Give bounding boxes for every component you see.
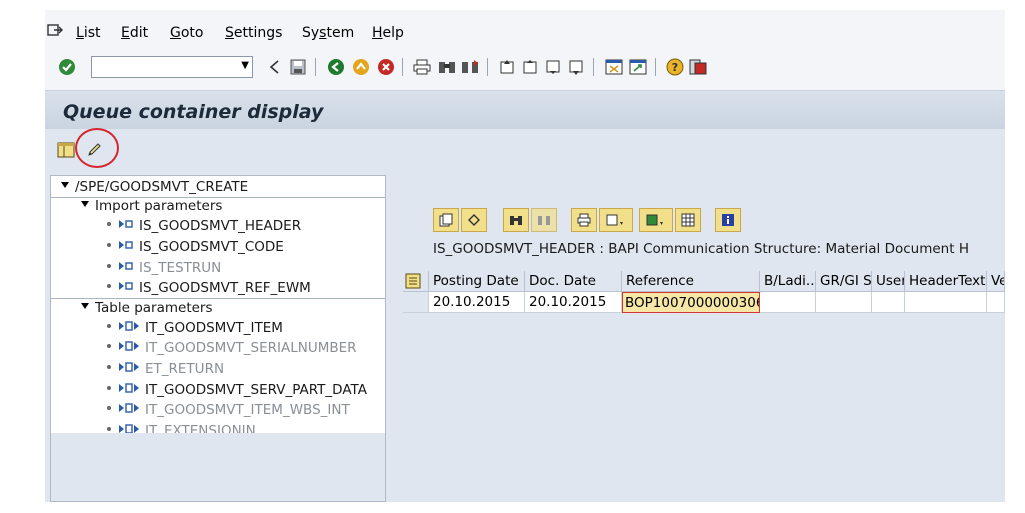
- table-cell[interactable]: [905, 292, 987, 313]
- menu-settings[interactable]: Settings: [225, 25, 282, 41]
- tree-import-parameters[interactable]: Import parameters: [81, 196, 222, 216]
- menu-goto[interactable]: Goto: [170, 25, 203, 41]
- table-param-icon: [119, 379, 139, 399]
- select-all-icon[interactable]: [403, 271, 429, 292]
- details-button[interactable]: [433, 208, 459, 232]
- enter-check-icon[interactable]: [58, 58, 76, 76]
- menu-list[interactable]: List: [76, 25, 101, 41]
- column-header[interactable]: Reference: [622, 271, 760, 292]
- sap-window: List Edit Goto Settings System Help ▼ ? …: [45, 10, 1005, 502]
- toolbar-separator: [402, 58, 403, 76]
- tree-item-table[interactable]: ET_RETURN: [107, 359, 224, 379]
- tree-item-table[interactable]: IT_GOODSMVT_ITEM: [107, 318, 283, 338]
- back-arrow-icon[interactable]: [265, 58, 283, 76]
- reference-cell[interactable]: BOP1007000000306: [622, 292, 760, 313]
- find-next-icon[interactable]: [461, 58, 479, 76]
- standard-toolbar: ▼ ?: [45, 43, 1005, 91]
- cancel-red-icon[interactable]: [377, 58, 395, 76]
- find-icon[interactable]: [438, 58, 456, 76]
- expand-triangle-icon[interactable]: [81, 201, 89, 207]
- toolbar-separator: [315, 58, 316, 76]
- detail-panel: IS_GOODSMVT_HEADER : BAPI Communication …: [403, 200, 1005, 502]
- menu-exit-icon[interactable]: [47, 23, 63, 41]
- back-green-icon[interactable]: [327, 58, 345, 76]
- exit-yellow-icon[interactable]: [352, 58, 370, 76]
- views-button[interactable]: [599, 208, 633, 232]
- column-header[interactable]: GR/GI Sl: [816, 271, 872, 292]
- column-header[interactable]: HeaderText: [905, 271, 987, 292]
- svg-text:?: ?: [672, 61, 678, 74]
- first-page-icon[interactable]: [498, 58, 516, 76]
- import-param-icon: [119, 277, 133, 297]
- import-param-icon: [119, 215, 133, 235]
- layout-menu-icon[interactable]: [689, 58, 707, 76]
- table-param-icon: [119, 399, 139, 419]
- menu-help[interactable]: Help: [372, 25, 404, 41]
- page-title: Queue container display: [63, 101, 324, 123]
- command-field[interactable]: ▼: [91, 56, 253, 78]
- table-cell[interactable]: [760, 292, 816, 313]
- tree-item-table[interactable]: IT_GOODSMVT_ITEM_WBS_INT: [107, 400, 350, 420]
- column-header[interactable]: Doc. Date: [525, 271, 622, 292]
- table-cell[interactable]: [872, 292, 905, 313]
- data-grid: Posting Date Doc. Date Reference B/Ladi.…: [403, 271, 1005, 502]
- menu-edit[interactable]: Edit: [121, 25, 148, 41]
- table-param-icon: [119, 317, 139, 337]
- save-icon[interactable]: [289, 58, 307, 76]
- info-button[interactable]: [715, 208, 741, 232]
- next-page-icon[interactable]: [544, 58, 562, 76]
- menu-system[interactable]: System: [302, 25, 354, 41]
- expand-triangle-icon[interactable]: [81, 303, 89, 309]
- layout-button[interactable]: [675, 208, 701, 232]
- toolbar-separator: [655, 58, 656, 76]
- tree-item-table[interactable]: IT_GOODSMVT_SERV_PART_DATA: [107, 380, 367, 400]
- tree-root[interactable]: /SPE/GOODSMVT_CREATE: [61, 177, 248, 197]
- last-page-icon[interactable]: [567, 58, 585, 76]
- previous-page-icon[interactable]: [521, 58, 539, 76]
- tree-table-parameters[interactable]: Table parameters: [81, 298, 213, 318]
- display-structure-icon[interactable]: [57, 141, 75, 159]
- parameter-tree: /SPE/GOODSMVT_CREATE Import parameters I…: [50, 175, 386, 502]
- row-selector[interactable]: [403, 292, 429, 313]
- table-cell[interactable]: [816, 292, 872, 313]
- shortcut-icon[interactable]: [629, 58, 647, 76]
- tree-item-table[interactable]: IT_GOODSMVT_SERIALNUMBER: [107, 338, 357, 358]
- expand-triangle-icon[interactable]: [61, 182, 69, 188]
- structure-caption: IS_GOODSMVT_HEADER : BAPI Communication …: [433, 241, 969, 257]
- column-header[interactable]: B/Ladi...: [760, 271, 816, 292]
- highlight-circle: [75, 128, 119, 168]
- menu-bar: List Edit Goto Settings System Help: [45, 10, 1005, 43]
- refresh-button[interactable]: [461, 208, 487, 232]
- tree-item-import[interactable]: IS_TESTRUN: [107, 258, 221, 278]
- toolbar-separator: [593, 58, 594, 76]
- tree-item-import[interactable]: IS_GOODSMVT_REF_EWM: [107, 278, 311, 298]
- table-param-icon: [119, 337, 139, 357]
- tree-item-import[interactable]: IS_GOODSMVT_CODE: [107, 237, 284, 257]
- table-cell[interactable]: [987, 292, 1005, 313]
- tree-empty-area: [51, 433, 385, 501]
- import-param-icon: [119, 257, 133, 277]
- screen-title-bar: Queue container display: [45, 91, 1005, 129]
- help-icon[interactable]: ?: [666, 58, 684, 76]
- column-header[interactable]: User: [872, 271, 905, 292]
- tree-item-import[interactable]: IS_GOODSMVT_HEADER: [107, 216, 301, 236]
- print-button[interactable]: [571, 208, 597, 232]
- chevron-down-icon[interactable]: ▼: [241, 60, 249, 71]
- table-param-icon: [119, 358, 139, 378]
- table-cell[interactable]: 20.10.2015: [429, 292, 525, 313]
- find-next-button[interactable]: [531, 208, 557, 232]
- new-session-icon[interactable]: [605, 58, 623, 76]
- export-button[interactable]: [639, 208, 673, 232]
- toolbar-separator: [487, 58, 488, 76]
- import-param-icon: [119, 236, 133, 256]
- table-cell[interactable]: 20.10.2015: [525, 292, 622, 313]
- column-header[interactable]: Posting Date: [429, 271, 525, 292]
- find-button[interactable]: [503, 208, 529, 232]
- application-toolbar: [45, 129, 1005, 171]
- print-icon[interactable]: [413, 58, 431, 76]
- column-header[interactable]: Ve: [987, 271, 1005, 292]
